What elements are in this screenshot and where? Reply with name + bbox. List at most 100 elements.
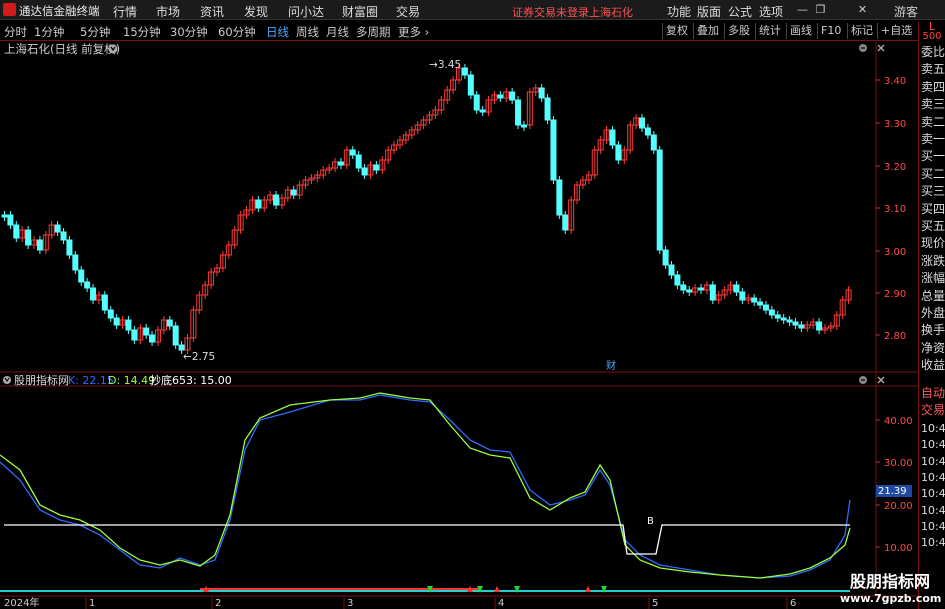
- tool-tongji[interactable]: 统计: [755, 23, 784, 39]
- candle-down: [1, 214, 8, 218]
- period-1min[interactable]: 1分钟: [34, 24, 64, 40]
- candle-down: [355, 154, 362, 169]
- guest-user[interactable]: 游客: [894, 3, 918, 20]
- app-title: 通达信金融终端: [19, 4, 100, 18]
- period-5min[interactable]: 5分钟: [80, 24, 110, 40]
- chart-canvas[interactable]: 3.40 3.30 3.20 3.10 3.00 2.90 2.80 40.00 30.00 2…: [0, 42, 918, 609]
- period-daily[interactable]: 日线: [266, 24, 289, 40]
- month-label: 1: [89, 598, 95, 609]
- candle-down: [84, 281, 91, 289]
- tool-huaxian[interactable]: 画线: [786, 23, 815, 39]
- indicator-name: 股朋指标网: [14, 373, 69, 387]
- financial-event-marker[interactable]: 财: [606, 359, 616, 372]
- menu-xuanxiang[interactable]: 选项: [759, 3, 783, 20]
- close-icon[interactable]: ✕: [855, 2, 870, 17]
- trade-time: 10:41: [921, 438, 945, 452]
- ind-close-icon[interactable]: [877, 376, 885, 384]
- quote-field-label: 收益: [921, 358, 945, 373]
- trade-time: 10:42: [921, 519, 945, 533]
- tool-diejia[interactable]: 叠加: [693, 23, 722, 39]
- k-line: [0, 394, 851, 579]
- candle-down: [680, 284, 687, 291]
- candle-down: [54, 224, 61, 233]
- trade-time: 10:42: [921, 536, 945, 550]
- login-notice[interactable]: 证券交易未登录: [512, 4, 589, 20]
- chart-close-icon[interactable]: [877, 44, 885, 52]
- candle-down: [467, 74, 474, 96]
- quote-field-label: 卖五: [921, 62, 945, 77]
- candle-down: [497, 94, 504, 99]
- indicator-settings-icon[interactable]: [3, 376, 11, 384]
- price-axis: 3.40 3.30 3.20 3.10 3.00 2.90 2.80: [876, 76, 906, 342]
- indicator-tick-label: 10.00: [884, 543, 913, 554]
- candle-down: [650, 134, 657, 151]
- tool-add-watchlist[interactable]: +自选: [877, 23, 915, 39]
- quote-field-label: 现价: [921, 236, 945, 251]
- candle-down: [515, 99, 522, 126]
- indicator-tick-label: 20.00: [884, 501, 913, 512]
- level-indicator[interactable]: L 500: [918, 21, 945, 42]
- candle-down: [461, 67, 468, 76]
- candle-down: [349, 149, 356, 156]
- auto-trade-label[interactable]: 自动: [921, 384, 945, 401]
- candle-down: [78, 269, 85, 283]
- menu-gongshi[interactable]: 公式: [728, 3, 752, 20]
- tool-duogu[interactable]: 多股: [724, 23, 753, 39]
- menu-jiaoyi[interactable]: 交易: [396, 3, 420, 20]
- price-tick-label: 3.30: [884, 119, 906, 130]
- period-multi[interactable]: 多周期: [356, 24, 391, 40]
- period-30min[interactable]: 30分钟: [170, 24, 208, 40]
- period-60min[interactable]: 60分钟: [218, 24, 256, 40]
- period-fenshi[interactable]: 分时: [4, 24, 27, 40]
- auto-trade-label[interactable]: 交易: [921, 401, 945, 418]
- menu-caifuquan[interactable]: 财富圈: [342, 3, 378, 20]
- chart-toggle-icon[interactable]: [859, 44, 867, 52]
- candle-down: [178, 344, 185, 351]
- quote-field-label: 委比: [921, 45, 945, 59]
- candle-down: [538, 87, 545, 99]
- minimize-icon[interactable]: —: [795, 2, 810, 17]
- quote-field-label: 换手: [921, 323, 945, 338]
- tool-f10[interactable]: F10: [817, 23, 844, 39]
- period-monthly[interactable]: 月线: [326, 24, 349, 40]
- high-price-label: →3.45: [429, 59, 461, 71]
- up-arrow-marker: [585, 586, 591, 592]
- chaodi-threshold-line: [4, 524, 850, 555]
- top-menu-bar: 通达信金融终端 行情 市场 资讯 发现 问小达 财富圈 交易 证券交易未登录 上…: [0, 0, 945, 20]
- candle-down: [13, 224, 20, 239]
- period-15min[interactable]: 15分钟: [123, 24, 161, 40]
- period-toolbar: 分时 1分钟 5分钟 15分钟 30分钟 60分钟 日线 周线 月线 多周期 更…: [0, 21, 945, 42]
- tool-biaoji[interactable]: 标记: [847, 23, 876, 39]
- quote-field-label: 卖二: [921, 114, 945, 129]
- menu-gongneng[interactable]: 功能: [667, 3, 691, 20]
- menu-shichang[interactable]: 市场: [156, 3, 180, 20]
- chart-settings-icon[interactable]: [108, 44, 118, 54]
- candle-down: [644, 127, 651, 136]
- candlestick-series[interactable]: [1, 64, 852, 354]
- indicator-value-badge: 21.39: [878, 486, 907, 497]
- time-axis: 2024年 1 2 3 4 5 6: [4, 596, 796, 609]
- candle-down: [25, 229, 32, 246]
- quote-field-label: 买五: [921, 219, 945, 233]
- period-more[interactable]: 更多 ›: [398, 24, 429, 40]
- candle-down: [166, 319, 173, 327]
- menu-zixun[interactable]: 资讯: [200, 3, 224, 20]
- tool-fuquan[interactable]: 复权: [662, 23, 691, 39]
- candle-down: [273, 194, 280, 206]
- candle-down: [509, 91, 516, 101]
- menu-banmian[interactable]: 版面: [697, 3, 721, 20]
- period-weekly[interactable]: 周线: [296, 24, 319, 40]
- candle-down: [698, 287, 705, 291]
- menu-hangqing[interactable]: 行情: [113, 3, 137, 20]
- candle-down: [780, 317, 787, 321]
- candle-down: [255, 199, 262, 209]
- restore-icon[interactable]: ❐: [813, 2, 828, 17]
- menu-wenxiaoda[interactable]: 问小达: [288, 3, 324, 20]
- candle-down: [479, 109, 486, 113]
- candle-down: [172, 325, 179, 346]
- ind-toggle-icon[interactable]: [859, 376, 867, 384]
- watermark-title: 股朋指标网: [849, 572, 930, 591]
- menu-faxian[interactable]: 发现: [244, 3, 268, 20]
- candle-down: [786, 319, 793, 323]
- quote-field-label: 买四: [921, 201, 945, 216]
